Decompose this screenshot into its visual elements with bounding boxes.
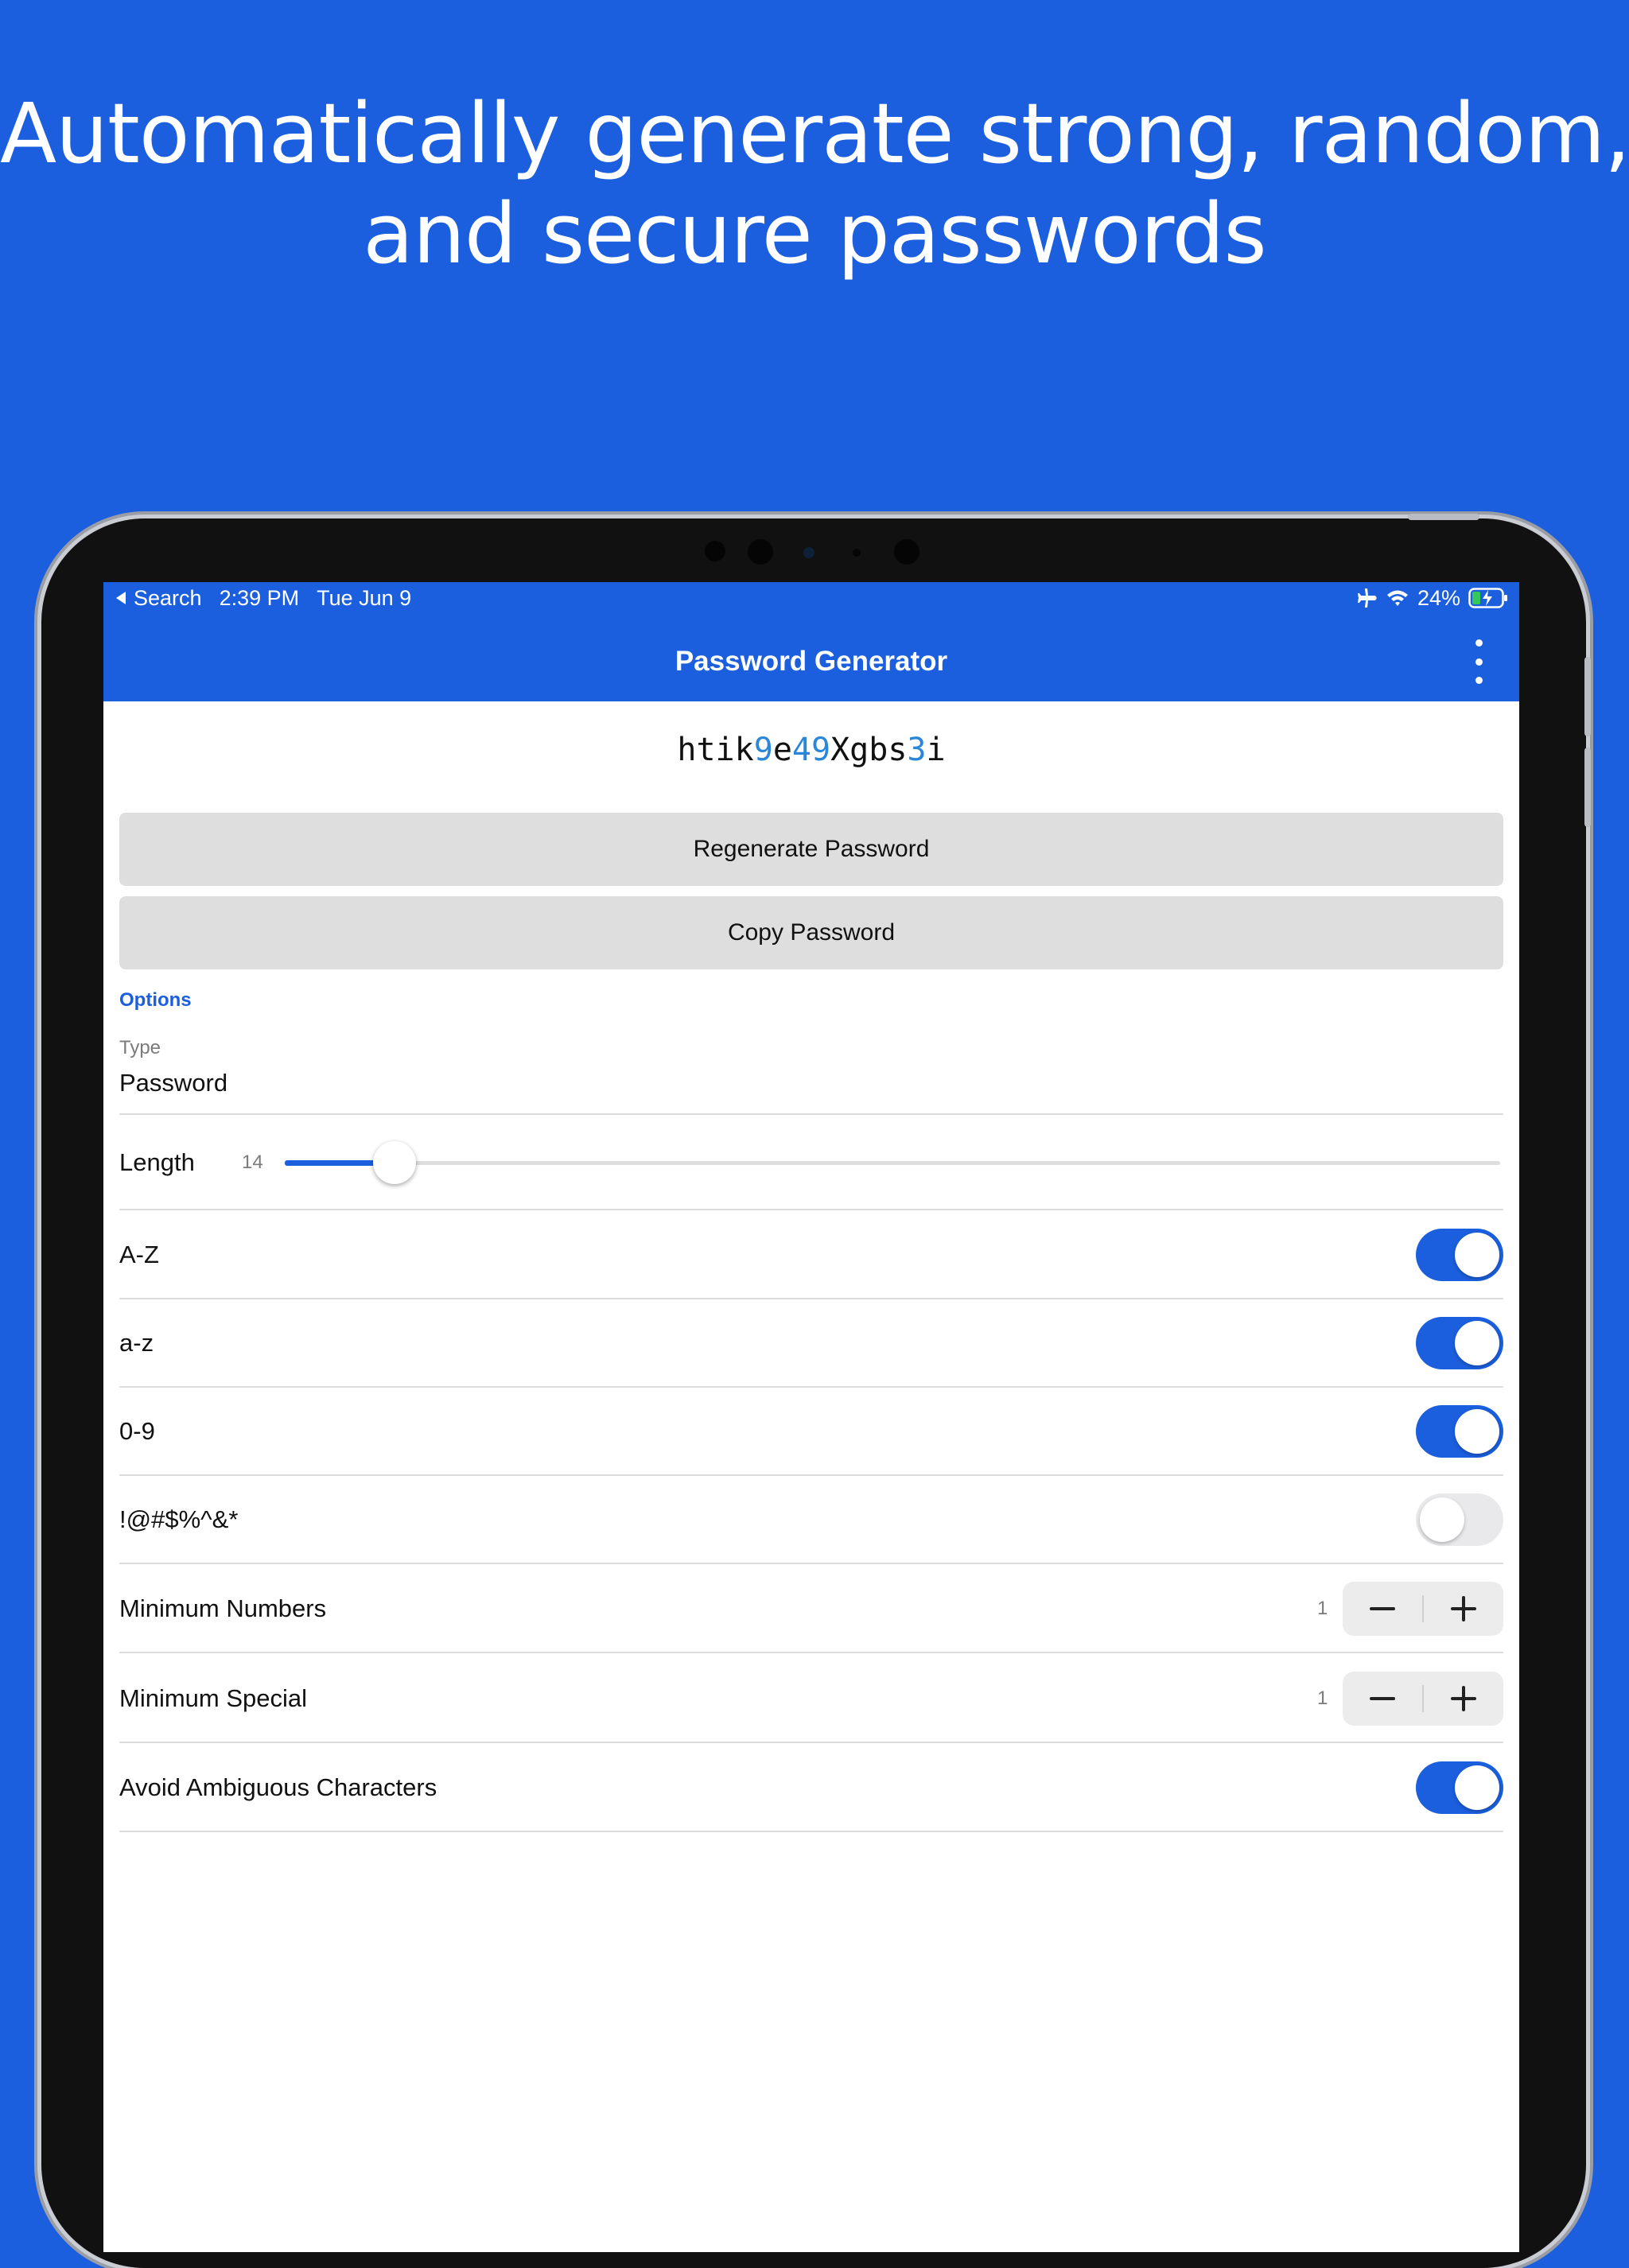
password-letter-segment: e [772,732,792,768]
min-special-label: Minimum Special [119,1684,308,1712]
minus-icon [1370,1697,1395,1700]
min-numbers-increment-button[interactable] [1424,1582,1503,1636]
minus-icon [1370,1607,1395,1610]
status-back-link[interactable]: Search [115,586,202,611]
status-date: Tue Jun 9 [317,585,412,610]
camera-sensor [803,547,814,558]
camera-dot [705,541,725,561]
plus-icon [1451,1686,1476,1711]
app-screen: Search 2:39 PM Tue Jun 9 24% Password Ge… [103,582,1519,2252]
password-letter-segment: Xgbs [830,732,908,768]
battery-percent: 24% [1417,585,1460,610]
status-time: 2:39 PM [219,585,300,610]
options-section-label: Options [119,989,192,1011]
regenerate-password-button[interactable]: Regenerate Password [119,813,1503,886]
camera-small [853,549,861,557]
divider [119,1298,1503,1299]
min-numbers-label: Minimum Numbers [119,1594,327,1622]
type-field-value: Password [119,1069,228,1097]
type-field-label: Type [119,1037,161,1058]
status-bar: Search 2:39 PM Tue Jun 9 24% [115,582,1508,614]
divider [119,1742,1503,1743]
airplane-icon [1357,588,1377,608]
divider [119,1652,1503,1653]
length-slider-thumb[interactable] [372,1141,416,1184]
password-digit-segment: 3 [907,732,927,768]
min-special-value: 1 [1317,1687,1328,1709]
length-value: 14 [242,1151,263,1173]
page-title: Password Generator [675,646,948,677]
camera-right [894,539,919,565]
min-special-decrement-button[interactable] [1343,1672,1422,1726]
copy-password-button[interactable]: Copy Password [119,896,1503,969]
password-digit-segment: 9 [753,732,773,768]
camera-lens [748,539,773,565]
uppercase-toggle[interactable] [1416,1229,1503,1281]
min-numbers-value: 1 [1317,1598,1328,1619]
app-bar: Search 2:39 PM Tue Jun 9 24% Password Ge… [103,582,1519,701]
plus-icon [1451,1596,1476,1621]
avoid-ambiguous-label: Avoid Ambiguous Characters [119,1773,437,1801]
special-toggle[interactable] [1416,1493,1503,1546]
battery-charging-icon [1468,588,1507,608]
lowercase-label: a-z [119,1329,154,1357]
more-vertical-icon[interactable] [1467,639,1491,684]
marketing-headline: Automatically generate strong, random, a… [0,83,1629,284]
generated-password: htik9e49Xgbs3i [103,732,1519,768]
divider [119,1386,1503,1388]
divider [119,1831,1503,1832]
password-digit-segment: 49 [791,732,831,768]
password-letter-segment: i [926,732,946,768]
divider [119,1474,1503,1476]
back-arrow-icon [116,592,126,604]
uppercase-label: A-Z [119,1241,159,1268]
min-special-increment-button[interactable] [1424,1672,1503,1726]
min-numbers-stepper[interactable] [1343,1582,1503,1636]
min-numbers-decrement-button[interactable] [1343,1582,1422,1636]
length-label: Length [119,1148,195,1176]
volume-down-button [1584,748,1591,827]
lowercase-toggle[interactable] [1416,1317,1503,1369]
min-special-stepper[interactable] [1343,1672,1503,1726]
wifi-icon [1386,590,1408,606]
divider [119,1113,1503,1115]
power-button [1408,514,1479,520]
numbers-label: 0-9 [119,1417,155,1445]
volume-up-button [1584,657,1591,736]
password-letter-segment: htik [677,732,754,768]
special-label: !@#$%^&* [119,1505,239,1533]
avoid-ambiguous-toggle[interactable] [1416,1761,1503,1814]
divider [119,1209,1503,1210]
headline-line-2: and secure passwords [363,185,1266,282]
status-back-label: Search [134,585,202,610]
divider [119,1563,1503,1564]
headline-line-1: Automatically generate strong, random, [0,85,1629,182]
length-slider-track[interactable] [285,1161,1500,1165]
numbers-toggle[interactable] [1416,1405,1503,1458]
